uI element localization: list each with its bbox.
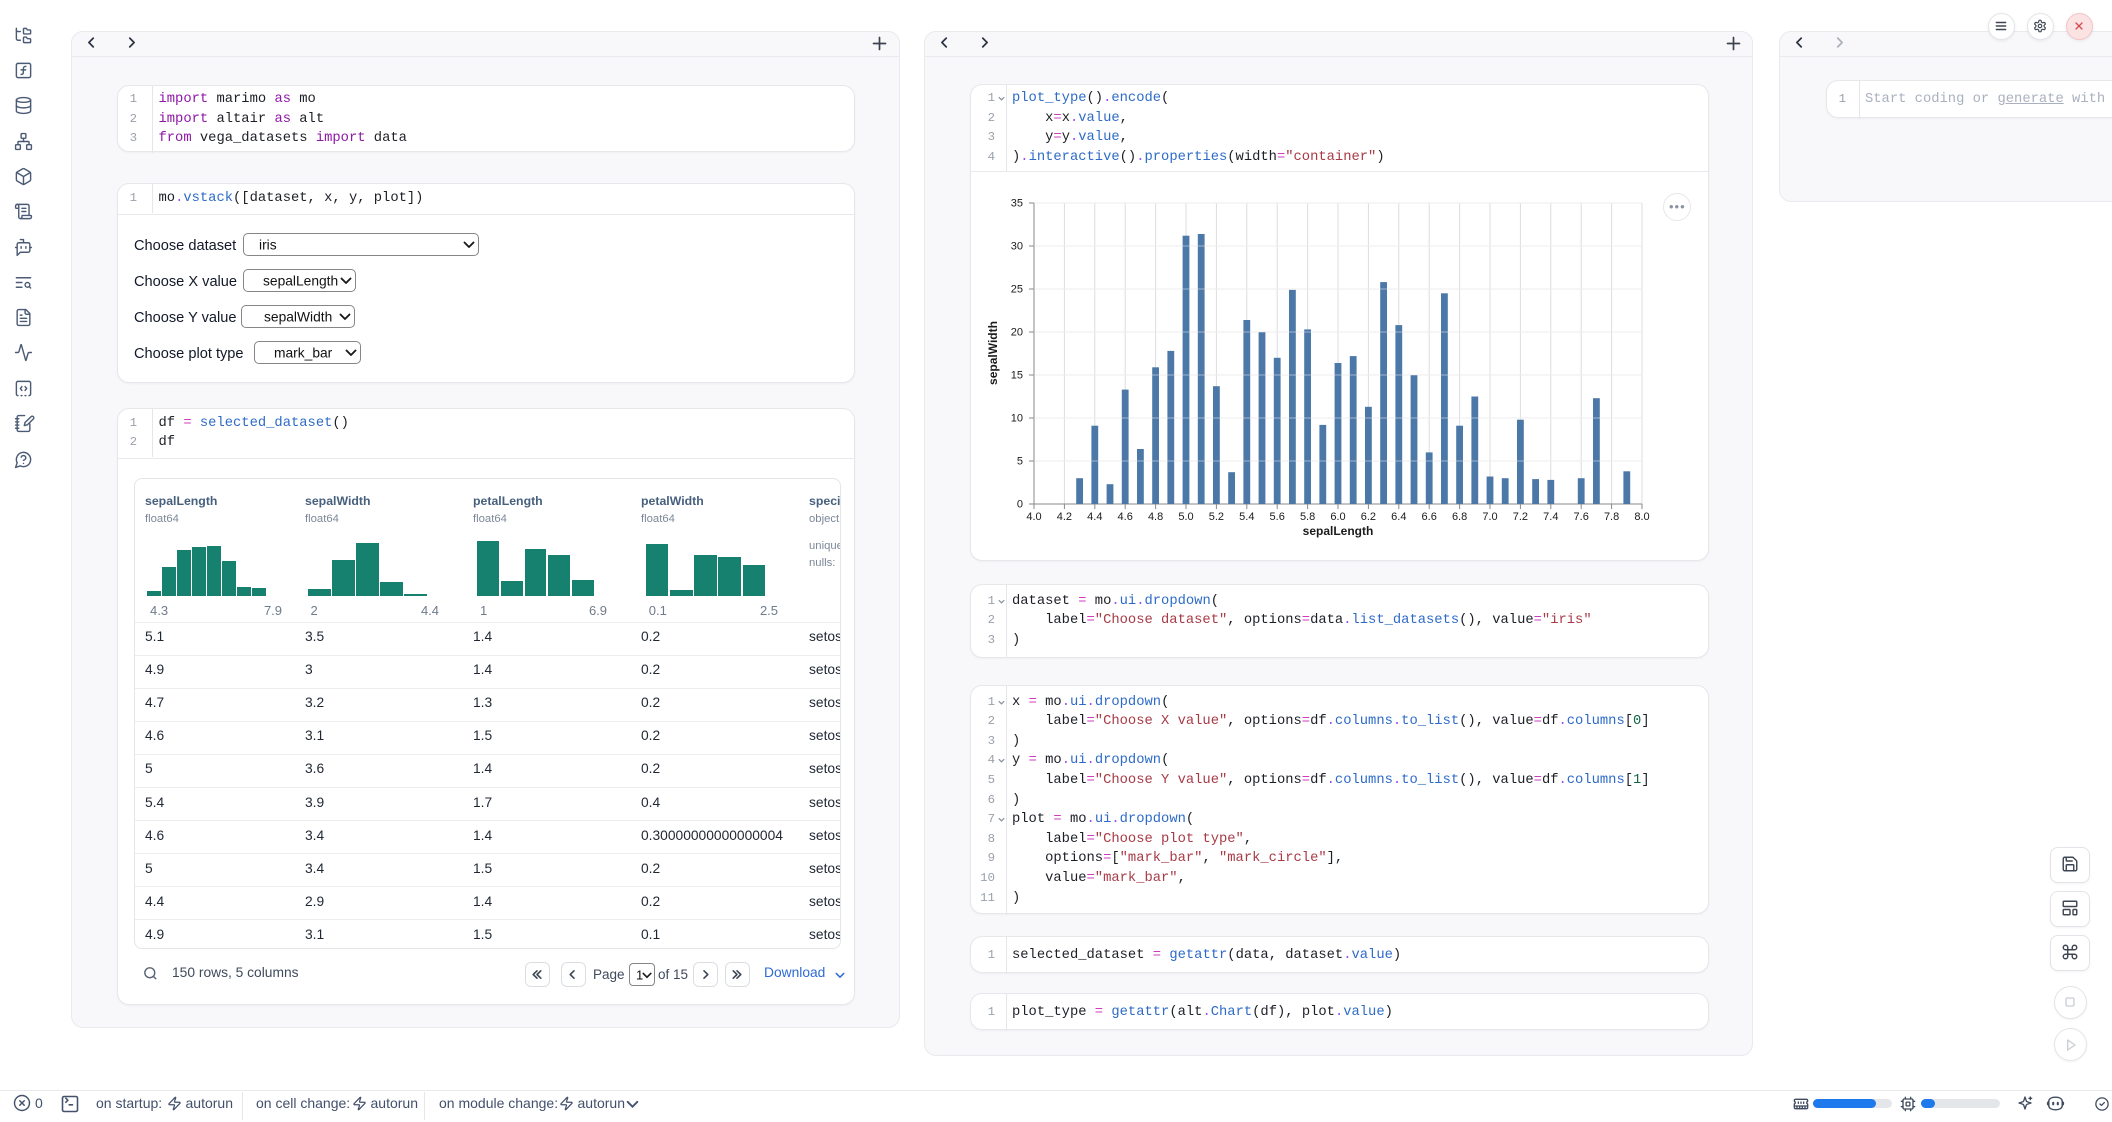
svg-text:20: 20 [1011, 327, 1023, 339]
svg-text:7.0: 7.0 [1482, 511, 1497, 523]
svg-text:35: 35 [1011, 198, 1023, 210]
svg-text:5.2: 5.2 [1209, 511, 1224, 523]
svg-text:7.6: 7.6 [1574, 511, 1589, 523]
svg-text:4.0: 4.0 [1026, 511, 1041, 523]
svg-text:25: 25 [1011, 284, 1023, 296]
svg-text:4.8: 4.8 [1148, 511, 1163, 523]
svg-text:6.2: 6.2 [1361, 511, 1376, 523]
svg-text:30: 30 [1011, 241, 1023, 253]
svg-text:6.0: 6.0 [1330, 511, 1345, 523]
svg-text:4.4: 4.4 [1087, 511, 1102, 523]
svg-text:8.0: 8.0 [1634, 511, 1649, 523]
svg-text:7.2: 7.2 [1513, 511, 1528, 523]
svg-text:5.4: 5.4 [1239, 511, 1254, 523]
svg-text:5: 5 [1017, 456, 1023, 468]
svg-text:6.8: 6.8 [1452, 511, 1467, 523]
svg-text:5.6: 5.6 [1270, 511, 1285, 523]
svg-text:sepalLength: sepalLength [1303, 524, 1374, 538]
svg-text:15: 15 [1011, 370, 1023, 382]
svg-text:5.0: 5.0 [1178, 511, 1193, 523]
svg-text:4.6: 4.6 [1118, 511, 1133, 523]
svg-text:5.8: 5.8 [1300, 511, 1315, 523]
svg-text:6.6: 6.6 [1422, 511, 1437, 523]
svg-text:4.2: 4.2 [1057, 511, 1072, 523]
svg-text:10: 10 [1011, 413, 1023, 425]
svg-text:7.4: 7.4 [1543, 511, 1558, 523]
svg-text:sepalWidth: sepalWidth [986, 321, 1000, 385]
svg-text:6.4: 6.4 [1391, 511, 1406, 523]
svg-text:0: 0 [1017, 499, 1023, 511]
svg-text:7.8: 7.8 [1604, 511, 1619, 523]
